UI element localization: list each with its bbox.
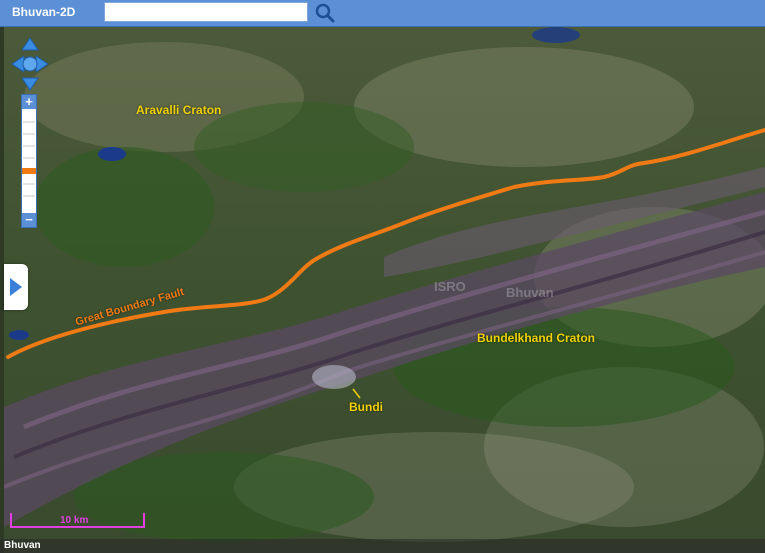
- top-toolbar: Bhuvan-2D: [0, 0, 765, 27]
- app-title: Bhuvan-2D: [12, 5, 76, 19]
- scale-label: 10 km: [60, 515, 89, 526]
- magnifier-icon: [315, 3, 335, 23]
- sidebar-toggle-button[interactable]: [4, 264, 28, 310]
- pan-control[interactable]: [10, 36, 50, 92]
- pan-arrows-icon: [11, 37, 49, 91]
- search-input[interactable]: [104, 2, 308, 22]
- search-button[interactable]: [314, 2, 336, 24]
- watermark-isro: ISRO: [434, 279, 466, 294]
- satellite-imagery: [4, 27, 765, 553]
- label-aravalli-craton: Aravalli Craton: [136, 103, 222, 117]
- watermark-bhuvan: Bhuvan: [506, 285, 554, 300]
- footer-bar: [0, 539, 765, 553]
- zoom-thumb[interactable]: [22, 168, 36, 174]
- label-bundelkhand-craton: Bundelkhand Craton: [477, 331, 596, 345]
- zoom-in-label: +: [25, 94, 33, 109]
- footer-brand: Bhuvan: [4, 540, 41, 551]
- map-canvas[interactable]: Aravalli Craton Bundelkhand Craton Bundi…: [4, 27, 765, 553]
- triangle-right-icon: [10, 278, 22, 296]
- zoom-out-label: −: [25, 212, 33, 227]
- zoom-slider[interactable]: + −: [21, 94, 37, 228]
- label-bundi: Bundi: [349, 400, 383, 414]
